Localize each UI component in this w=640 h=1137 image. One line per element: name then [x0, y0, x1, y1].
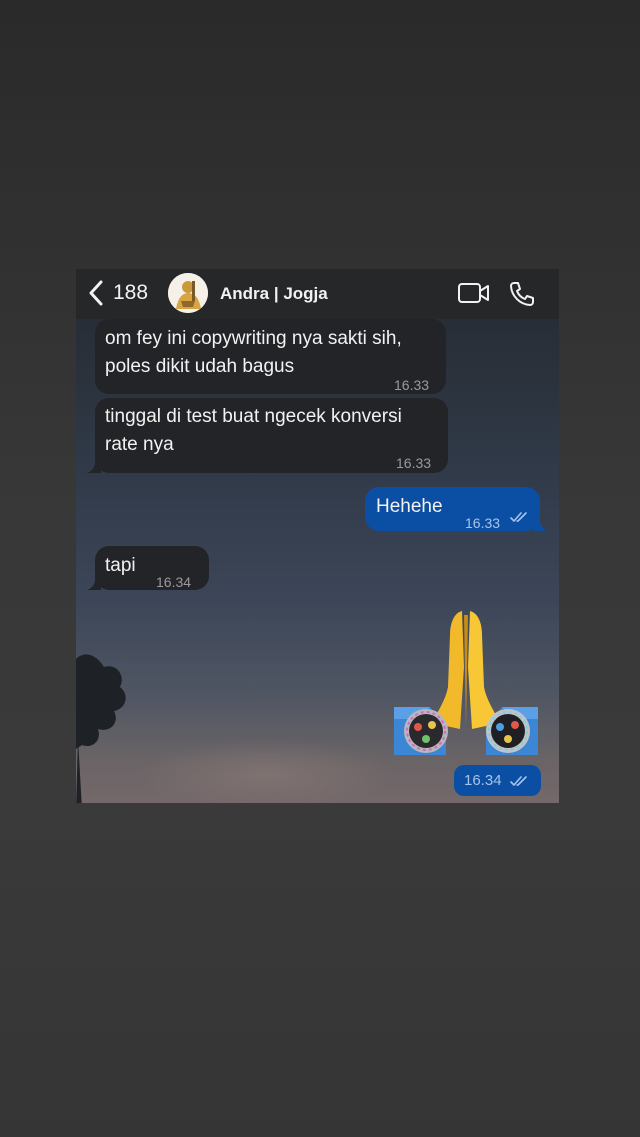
message-incoming[interactable]: om fey ini copywriting nya sakti sih, po…: [95, 319, 446, 394]
chevron-left-icon: [89, 280, 103, 306]
message-text-line: om fey ini copywriting nya sakti sih,: [105, 328, 402, 349]
message-time: 16.34: [156, 574, 192, 590]
bubble-tail: [534, 517, 548, 531]
double-check-icon: [510, 512, 527, 522]
chat-screenshot: 188 Andra | Jogja om fey ini copywriting…: [76, 269, 559, 803]
video-call-icon: [458, 283, 489, 303]
double-check-icon: [510, 776, 527, 786]
tree-silhouette: [76, 654, 126, 803]
sticker-time-badge: 16.34: [454, 765, 541, 796]
message-incoming[interactable]: tinggal di test buat ngecek konversi rat…: [87, 398, 448, 473]
message-time: 16.33: [396, 455, 432, 471]
voice-call-button[interactable]: [508, 280, 536, 313]
avatar[interactable]: [168, 273, 208, 313]
contact-name[interactable]: Andra | Jogja: [220, 284, 328, 304]
back-button[interactable]: 188: [88, 279, 148, 307]
message-incoming[interactable]: tapi 16.34: [87, 546, 209, 590]
bubble-tail: [87, 459, 101, 473]
phone-icon: [510, 282, 534, 306]
message-text-line: tinggal di test buat ngecek konversi: [105, 406, 402, 427]
message-text-line: Hehehe: [376, 496, 443, 517]
message-time: 16.33: [394, 377, 430, 393]
message-text-line: rate nya: [105, 434, 174, 455]
unread-count: 188: [113, 281, 149, 304]
message-text-line: poles dikit udah bagus: [105, 356, 295, 377]
message-time: 16.34: [464, 772, 502, 789]
chat-header: 188 Andra | Jogja: [76, 269, 559, 319]
video-call-button[interactable]: [457, 281, 491, 310]
praying-hands-sticker[interactable]: [390, 607, 542, 759]
message-text-line: tapi: [105, 555, 136, 576]
sky-cloud: [136, 739, 396, 803]
message-outgoing[interactable]: Hehehe 16.33: [365, 487, 548, 531]
message-time: 16.33: [465, 515, 501, 531]
bubble-tail: [87, 576, 101, 590]
